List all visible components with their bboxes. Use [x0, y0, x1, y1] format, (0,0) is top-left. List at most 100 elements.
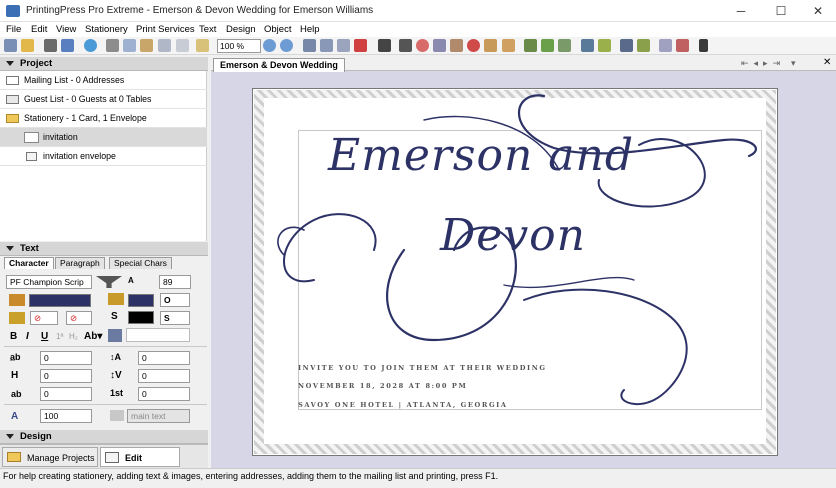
save-icon[interactable]: [61, 39, 74, 52]
minimize-button[interactable]: ─: [722, 0, 760, 22]
horizontal-scale-input[interactable]: 0: [40, 369, 92, 383]
tab-list-icon[interactable]: ▾: [791, 58, 796, 69]
italic-button[interactable]: I: [26, 331, 29, 342]
zoom-in-icon[interactable]: [263, 39, 276, 52]
bold-button[interactable]: B: [10, 331, 17, 342]
line-spacing-input[interactable]: 0: [138, 351, 190, 365]
ungroup-icon[interactable]: [637, 39, 650, 52]
menu-help[interactable]: Help: [300, 24, 320, 35]
find-icon[interactable]: [558, 39, 571, 52]
underline-button[interactable]: U: [41, 331, 48, 342]
copy-icon[interactable]: [123, 39, 136, 52]
manage-projects-tab[interactable]: Manage Projects: [2, 447, 98, 467]
edit-projects-tab[interactable]: Edit Projects: [100, 447, 180, 483]
shadow-color-swatch[interactable]: [128, 311, 154, 324]
delete-icon[interactable]: [354, 39, 367, 52]
undo-icon[interactable]: [158, 39, 171, 52]
redo-icon[interactable]: [176, 39, 189, 52]
collapse-triangle-icon[interactable]: [6, 61, 14, 66]
menu-view[interactable]: View: [56, 24, 76, 35]
open-folder-icon[interactable]: [21, 39, 34, 52]
image-icon[interactable]: [484, 39, 497, 52]
tab-character[interactable]: Character: [4, 257, 54, 269]
arrange-icon[interactable]: [598, 39, 611, 52]
menu-print-services[interactable]: Print Services: [136, 24, 195, 35]
menu-design[interactable]: Design: [226, 24, 256, 35]
page-layout-icon[interactable]: [320, 39, 333, 52]
shape-icon[interactable]: [416, 39, 429, 52]
new-icon[interactable]: [4, 39, 17, 52]
paint-bucket-icon[interactable]: [9, 294, 25, 306]
collapse-triangle-icon[interactable]: [6, 434, 14, 439]
text-check-icon[interactable]: [676, 39, 689, 52]
case-button[interactable]: Ab▾: [84, 331, 102, 342]
invitation-item[interactable]: invitation: [0, 128, 207, 147]
invite-line-1[interactable]: INVITE YOU TO JOIN THEM AT THEIR WEDDING: [298, 364, 547, 372]
invite-line-2[interactable]: NOVEMBER 18, 2028 AT 8:00 PM: [298, 382, 467, 390]
select-all-icon[interactable]: [196, 39, 209, 52]
menu-file[interactable]: File: [6, 24, 21, 35]
outline-style-select[interactable]: O: [160, 293, 190, 307]
border-icon[interactable]: [502, 39, 515, 52]
shadow-style-select[interactable]: S: [160, 311, 190, 325]
letter-spacing-input[interactable]: 0: [40, 351, 92, 365]
font-size-select[interactable]: 89: [159, 275, 191, 289]
effects-icon[interactable]: [524, 39, 537, 52]
outline-color-swatch[interactable]: [128, 294, 154, 307]
camera-icon[interactable]: [399, 39, 412, 52]
pencil-icon[interactable]: [9, 312, 25, 324]
vertical-scale-input[interactable]: 0: [138, 369, 190, 383]
align-icon[interactable]: [581, 39, 594, 52]
tab-special-chars[interactable]: Special Chars: [109, 257, 172, 269]
scale-input[interactable]: 100: [40, 409, 92, 423]
cut-icon[interactable]: [106, 39, 119, 52]
tab-paragraph[interactable]: Paragraph: [55, 257, 105, 269]
menu-text[interactable]: Text: [199, 24, 216, 35]
baseline-input[interactable]: 0: [40, 387, 92, 401]
color-fill-icon[interactable]: [541, 39, 554, 52]
text-style-select[interactable]: main text: [127, 409, 190, 423]
menu-edit[interactable]: Edit: [31, 24, 47, 35]
format-painter-icon[interactable]: [108, 329, 122, 342]
document-tab[interactable]: Emerson & Devon Wedding: [213, 58, 345, 72]
upload-icon[interactable]: [84, 39, 97, 52]
no-shadow-select[interactable]: ⊘: [66, 311, 92, 325]
stationery-item[interactable]: Stationery - 1 Card, 1 Envelope: [0, 109, 207, 128]
project-section-header[interactable]: Project: [0, 57, 208, 71]
close-tab-icon[interactable]: ✕: [823, 57, 831, 68]
first-indent-input[interactable]: 0: [138, 387, 190, 401]
subscript-button[interactable]: H₂: [69, 332, 78, 341]
tab-nav-arrows[interactable]: ⇤◂▸⇥: [741, 58, 785, 69]
outline-pen-icon[interactable]: [108, 293, 124, 305]
menu-object[interactable]: Object: [264, 24, 291, 35]
zoom-select[interactable]: 100 %: [217, 39, 261, 53]
word-art-icon[interactable]: [450, 39, 463, 52]
maximize-button[interactable]: ☐: [762, 0, 800, 22]
print-icon[interactable]: [44, 39, 57, 52]
paste-icon[interactable]: [140, 39, 153, 52]
spell-check-icon[interactable]: [659, 39, 672, 52]
heart-icon[interactable]: [467, 39, 480, 52]
no-outline-select[interactable]: ⊘: [30, 311, 58, 325]
pointer-icon[interactable]: [378, 39, 391, 52]
guest-list-item[interactable]: Guest List - 0 Guests at 0 Tables: [0, 90, 207, 109]
mailing-list-item[interactable]: Mailing List - 0 Addresses: [0, 71, 207, 90]
text-section-header[interactable]: Text: [0, 242, 208, 256]
page-icon[interactable]: [303, 39, 316, 52]
help-icon[interactable]: [699, 39, 708, 52]
design-section-header[interactable]: Design: [0, 430, 208, 444]
fill-color-swatch[interactable]: [29, 294, 91, 307]
font-select[interactable]: PF Champion Scrip: [6, 275, 92, 289]
invitation-envelope-item[interactable]: invitation envelope: [0, 147, 207, 166]
text-frame-icon[interactable]: [433, 39, 446, 52]
duplicate-icon[interactable]: [337, 39, 350, 52]
headline-line-1[interactable]: Emerson and: [328, 130, 634, 181]
collapse-triangle-icon[interactable]: [6, 246, 14, 251]
invite-line-3[interactable]: SAVOY ONE HOTEL | ATLANTA, GEORGIA: [298, 401, 508, 409]
close-button[interactable]: ✕: [799, 0, 836, 22]
group-icon[interactable]: [620, 39, 633, 52]
zoom-out-icon[interactable]: [280, 39, 293, 52]
menu-stationery[interactable]: Stationery: [85, 24, 128, 35]
headline-line-2[interactable]: Devon: [440, 210, 586, 261]
superscript-button[interactable]: 1ª: [56, 332, 63, 341]
